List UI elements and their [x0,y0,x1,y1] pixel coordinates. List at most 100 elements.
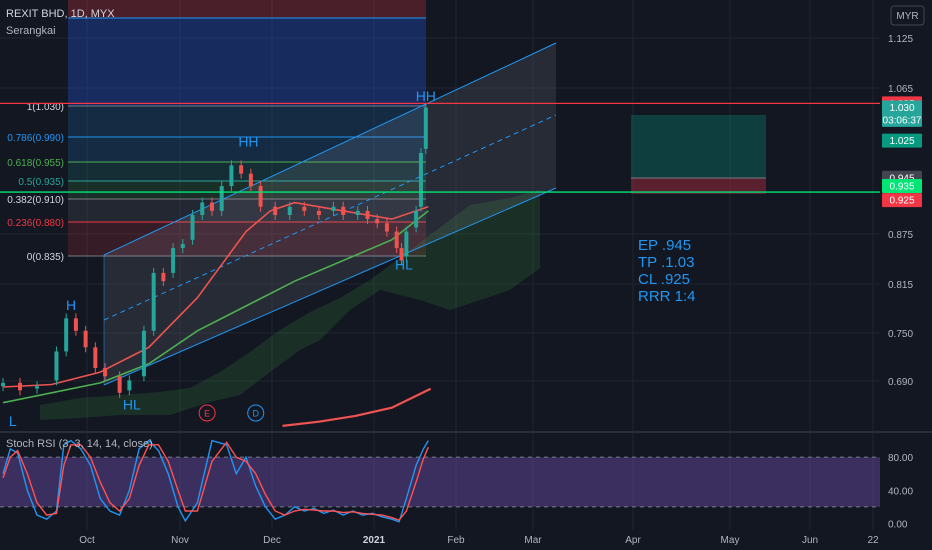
price-tag-text: 1.025 [889,136,914,147]
candle-body [248,173,253,187]
y-tick-label: 1.125 [888,34,913,45]
structure-label: L [9,413,17,429]
fib-extension-band [68,18,426,106]
candle-body [394,231,399,249]
currency-badge[interactable]: MYR [890,5,925,26]
event-marker-label: E [204,409,210,419]
candle-body [258,186,263,207]
candle-body [190,215,195,240]
candle-body [93,347,98,368]
stoch-y-tick-label: 0.00 [888,519,908,530]
stoch-axis[interactable]: 80.00 40.00 0.00 [888,453,913,530]
candle-body [18,382,23,391]
price-tag-text: 03:06:37 [883,115,922,126]
position-target-zone [631,115,766,178]
candle-body [375,219,380,224]
price-axis[interactable]: 1.125 1.065 0.875 0.815 0.750 0.690 [888,34,913,388]
x-tick-label: Feb [447,535,465,546]
event-marker-d[interactable]: D [247,404,265,422]
x-tick-label: Dec [263,535,281,546]
fib-level-label: 0.382(0.910) [7,195,64,206]
trade-note-ratio: RRR 1:4 [638,288,696,305]
x-tick-label: Apr [625,535,641,546]
candle-body [103,367,108,377]
candle-body [161,272,166,282]
structure-label: H [66,297,76,313]
candle-body [180,243,185,249]
stoch-y-tick-label: 40.00 [888,486,913,497]
structure-label: HL [395,257,413,273]
x-tick-label: Nov [171,535,189,546]
candle-body [316,210,321,215]
y-tick-label: 1.065 [888,84,913,95]
x-tick-label: 2021 [363,535,386,546]
candle-body [209,202,214,211]
price-tags: 1.0351.03003:06:371.0250.9450.9350.925 [882,96,922,208]
structure-label: HL [123,396,141,412]
x-tick-label: May [721,535,740,546]
chart-canvas[interactable]: 1(1.030)0.786(0.990)0.618(0.955)0.5(0.93… [0,0,932,550]
candle-body [64,318,69,352]
candle-body [54,351,59,381]
candle-body [1,382,5,387]
candle-body [423,107,428,149]
price-tag-text: 1.030 [889,103,914,114]
candle-body [418,152,423,207]
candle-body [287,206,292,215]
candle-body [404,231,409,257]
x-tick-label: 22 [867,535,879,546]
stoch-rsi-pane[interactable] [0,439,880,523]
fib-level-label: 0.618(0.955) [7,158,64,169]
candle-body [117,376,122,393]
fib-level-label: 0.236(0.880) [7,218,64,229]
candle-body [341,206,346,215]
candle-body [219,186,224,211]
y-tick-label: 0.690 [888,377,913,388]
currency-label: MYR [896,11,918,22]
candle-body [239,165,244,174]
symbol-title: REXIT BHD, 1D, MYX [6,8,115,20]
price-tag: 03:06:37 [882,112,922,127]
candle-body [127,380,132,391]
indicator-subtitle: Serangkai [6,25,56,37]
position-tool[interactable] [631,115,766,194]
candle-body [73,318,78,331]
stoch-title: Stoch RSI (3, 3, 14, 14, close) [6,438,153,450]
y-tick-label: 0.815 [888,280,913,291]
candle-body [151,272,156,331]
price-tag: 0.925 [882,193,922,208]
candle-body [171,248,176,273]
event-markers[interactable]: ED [198,404,265,422]
x-tick-label: Oct [79,535,95,546]
price-tag: 1.030 [882,100,922,115]
long-ma-line [282,387,432,427]
x-tick-label: Mar [524,535,542,546]
price-tag-text: 0.925 [889,196,914,207]
trade-note-entry: EP .945 [638,237,691,254]
x-tick-label: Jun [802,535,818,546]
time-axis[interactable]: Oct Nov Dec 2021 Feb Mar Apr May Jun 22 [79,535,879,546]
price-tag-text: 0.935 [889,182,914,193]
stoch-y-tick-label: 80.00 [888,453,913,464]
event-marker-e[interactable]: E [198,404,216,422]
structure-label: HH [416,88,436,104]
candle-body [83,330,88,348]
candle-body [365,210,370,220]
fib-level-label: 0.5(0.935) [18,177,64,188]
candle-body [302,206,307,211]
fib-level-label: 0(0.835) [27,252,64,263]
price-tag: 1.025 [882,133,922,148]
y-tick-label: 0.750 [888,329,913,340]
structure-label: HH [238,133,258,149]
trade-note-target: TP .1.03 [638,254,694,271]
candle-body [355,210,360,215]
trade-notes: EP .945 TP .1.03 CL .925 RRR 1:4 [638,237,696,305]
candle-body [273,206,278,215]
candle-body [331,206,336,211]
candle-body [35,386,40,389]
candle-body [141,330,146,377]
price-tag: 0.935 [882,179,922,194]
fib-level-label: 0.786(0.990) [7,133,64,144]
candle-body [229,165,234,187]
candle-body [384,223,389,232]
